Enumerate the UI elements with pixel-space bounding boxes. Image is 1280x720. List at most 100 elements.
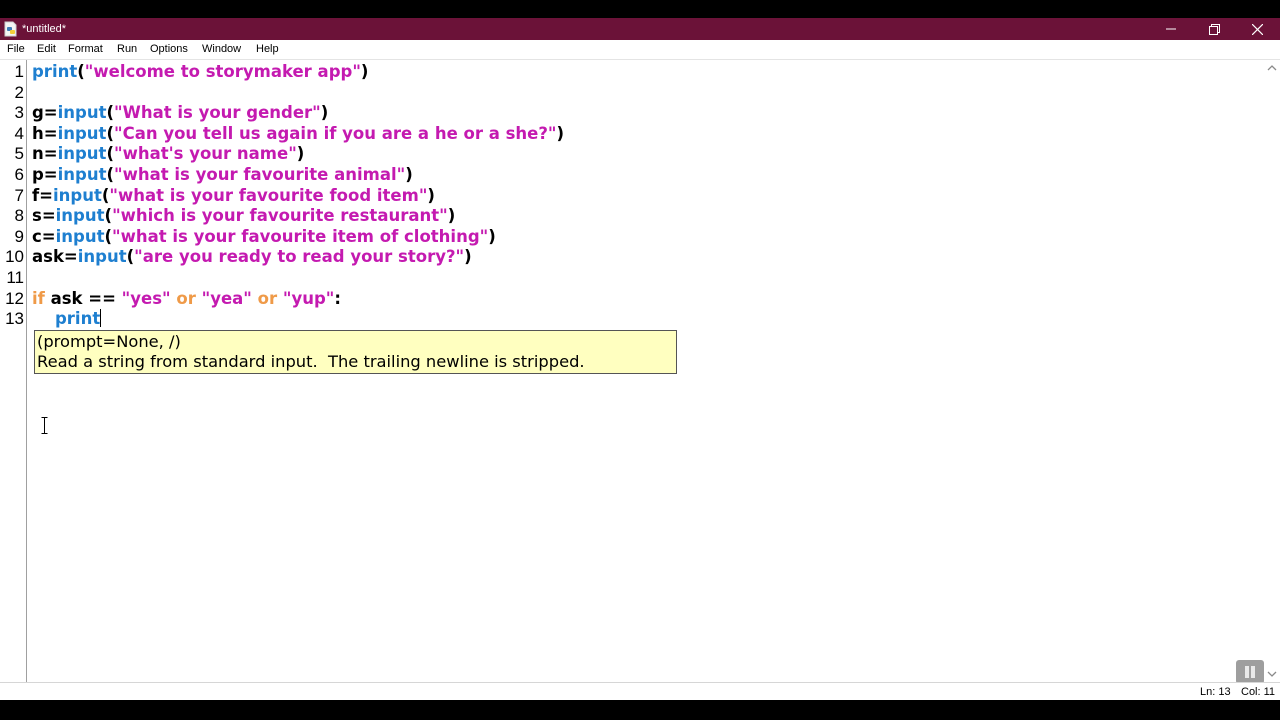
code-token: h=: [32, 123, 58, 143]
code-token: "what is your favourite item of clothing…: [112, 226, 489, 246]
code-token: n=: [32, 144, 58, 164]
calltip-signature: (prompt=None, /): [37, 332, 181, 351]
code-line: print("welcome to storymaker app"): [32, 62, 368, 83]
code-token: print: [32, 62, 78, 81]
code-token: ): [296, 144, 305, 164]
code-token: (: [77, 62, 85, 81]
code-token: (: [106, 165, 115, 184]
code-token: or: [257, 288, 278, 308]
text-cursor-icon: [41, 417, 48, 434]
code-token: "are you ready to read your story?": [134, 247, 465, 267]
code-token: "yup": [282, 288, 335, 308]
code-token: input: [57, 103, 107, 123]
menu-format[interactable]: Format: [68, 42, 103, 57]
code-token: :: [334, 288, 341, 308]
code-token: (: [106, 144, 114, 164]
code-token: if: [32, 288, 45, 308]
code-token: ): [405, 165, 413, 184]
code-token: "which is your favourite restaurant": [112, 206, 448, 226]
code-token: g=: [32, 103, 58, 123]
code-token: (: [106, 123, 114, 143]
code-token: "what's your name": [113, 144, 297, 164]
scroll-up-icon[interactable]: [1267, 64, 1277, 72]
code-token: "yes": [121, 288, 171, 308]
minimize-icon: [1166, 28, 1176, 30]
letterbox-top: [0, 0, 1280, 18]
code-token: ask=: [32, 247, 78, 267]
code-token: input: [77, 247, 127, 267]
code-line: g=input("What is your gender"): [32, 103, 328, 124]
minimize-button[interactable]: [1149, 18, 1193, 40]
line-number: 6: [14, 165, 24, 184]
menu-file[interactable]: File: [7, 42, 25, 57]
code-token: "yea": [201, 288, 252, 308]
line-number: 11: [6, 268, 24, 287]
close-icon: [1251, 23, 1263, 35]
menu-edit[interactable]: Edit: [37, 42, 56, 57]
calltip-tooltip: (prompt=None, /) Read a string from stan…: [34, 330, 677, 374]
code-token: (: [104, 206, 113, 226]
python-file-icon: [4, 21, 17, 37]
pause-overlay-button[interactable]: [1236, 660, 1264, 684]
line-number: 9: [14, 226, 24, 246]
menu-help[interactable]: Help: [256, 42, 279, 57]
code-token: input: [57, 144, 107, 164]
scrollbar-thumb[interactable]: [1267, 77, 1276, 671]
text-caret: [100, 309, 102, 328]
code-token: (: [106, 103, 115, 123]
code-line: p=input("what is your favourite animal"): [32, 165, 413, 186]
menu-run[interactable]: Run: [117, 42, 137, 57]
title-bar[interactable]: *untitled*: [0, 18, 1280, 40]
code-token: input: [53, 185, 102, 205]
code-token: ): [447, 206, 456, 226]
code-line: if ask == "yes" or "yea" or "yup":: [32, 289, 341, 310]
code-token: ): [488, 226, 496, 246]
code-token: input: [57, 123, 107, 143]
menu-bar: File Edit Format Run Options Window Help: [0, 40, 1280, 60]
code-token: ): [464, 247, 472, 267]
line-number: 13: [5, 309, 24, 329]
status-line: Ln: 13: [1200, 686, 1231, 698]
calltip-description: Read a string from standard input. The t…: [37, 352, 585, 371]
close-button[interactable]: [1235, 18, 1279, 40]
code-token: "what is your favourite animal": [114, 165, 406, 184]
code-token: "welcome to storymaker app": [84, 62, 361, 81]
code-token: input: [55, 226, 105, 246]
window-title: *untitled*: [22, 23, 67, 35]
code-token: print: [54, 309, 101, 329]
scroll-down-icon[interactable]: [1267, 670, 1277, 678]
line-number: 4: [14, 123, 24, 143]
code-token: c=: [32, 226, 56, 246]
code-token: (: [104, 226, 113, 246]
menu-window[interactable]: Window: [202, 42, 241, 57]
code-token: or: [176, 288, 196, 308]
code-line: print: [32, 309, 102, 330]
code-line: n=input("what's your name"): [32, 144, 304, 165]
letterbox-bottom: [0, 700, 1280, 720]
code-token: ask ==: [44, 288, 122, 308]
code-line: s=input("which is your favourite restaur…: [32, 206, 455, 227]
code-token: s=: [32, 206, 56, 226]
line-number: 2: [14, 82, 24, 102]
code-line: h=input("Can you tell us again if you ar…: [32, 124, 564, 145]
line-number-gutter: 1 2 3 4 5 6 7 8 9 10 11 12 13: [0, 60, 27, 682]
restore-icon: [1208, 23, 1220, 35]
line-number: 5: [14, 144, 24, 164]
code-token: ): [427, 185, 435, 205]
line-number: 10: [5, 247, 24, 267]
vertical-scrollbar[interactable]: [1263, 60, 1280, 682]
code-line: ask=input("are you ready to read your st…: [32, 247, 472, 268]
menu-options[interactable]: Options: [150, 42, 188, 57]
code-token: ): [320, 103, 329, 123]
code-token: "Can you tell us again if you are a he o…: [113, 123, 557, 143]
line-number: 12: [5, 288, 24, 308]
status-col: Col: 11: [1241, 686, 1276, 698]
code-token: ): [556, 123, 565, 143]
code-token: "What is your gender": [114, 103, 321, 123]
line-number: 8: [14, 206, 24, 226]
line-number: 3: [14, 103, 24, 123]
restore-button[interactable]: [1192, 18, 1236, 40]
line-number: 1: [14, 62, 24, 81]
code-line: f=input("what is your favourite food ite…: [32, 186, 435, 207]
